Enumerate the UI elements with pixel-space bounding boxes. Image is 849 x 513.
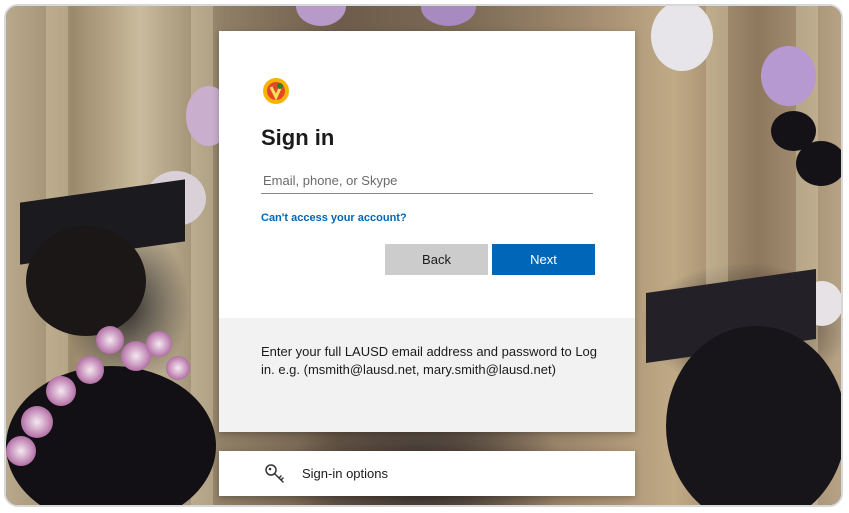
balloon [761, 46, 816, 106]
sign-in-card: Sign in Can't access your account? Back … [219, 31, 635, 432]
email-input[interactable] [261, 167, 593, 194]
balloon [651, 6, 713, 71]
sign-in-options-button[interactable]: Sign-in options [219, 451, 635, 496]
graduate-gown [666, 326, 841, 505]
flower-lei [6, 436, 36, 466]
balloon [421, 6, 476, 26]
sign-in-options-label: Sign-in options [302, 466, 388, 481]
back-button[interactable]: Back [385, 244, 488, 275]
key-icon [265, 464, 284, 483]
flower-lei [21, 406, 53, 438]
balloon [296, 6, 346, 26]
screenshot-frame: Sign in Can't access your account? Back … [4, 4, 843, 507]
info-panel: Enter your full LAUSD email address and … [219, 318, 635, 432]
flower-lei [46, 376, 76, 406]
lausd-logo-icon [263, 78, 289, 104]
flower-lei [76, 356, 104, 384]
info-text: Enter your full LAUSD email address and … [261, 344, 598, 377]
cant-access-account-link[interactable]: Can't access your account? [261, 212, 407, 224]
graduate-head [26, 226, 146, 336]
flower-lei [166, 356, 190, 380]
flower-lei [146, 331, 172, 357]
flower-lei [96, 326, 124, 354]
balloon [796, 141, 841, 186]
next-button[interactable]: Next [492, 244, 595, 275]
page-title: Sign in [261, 125, 335, 150]
